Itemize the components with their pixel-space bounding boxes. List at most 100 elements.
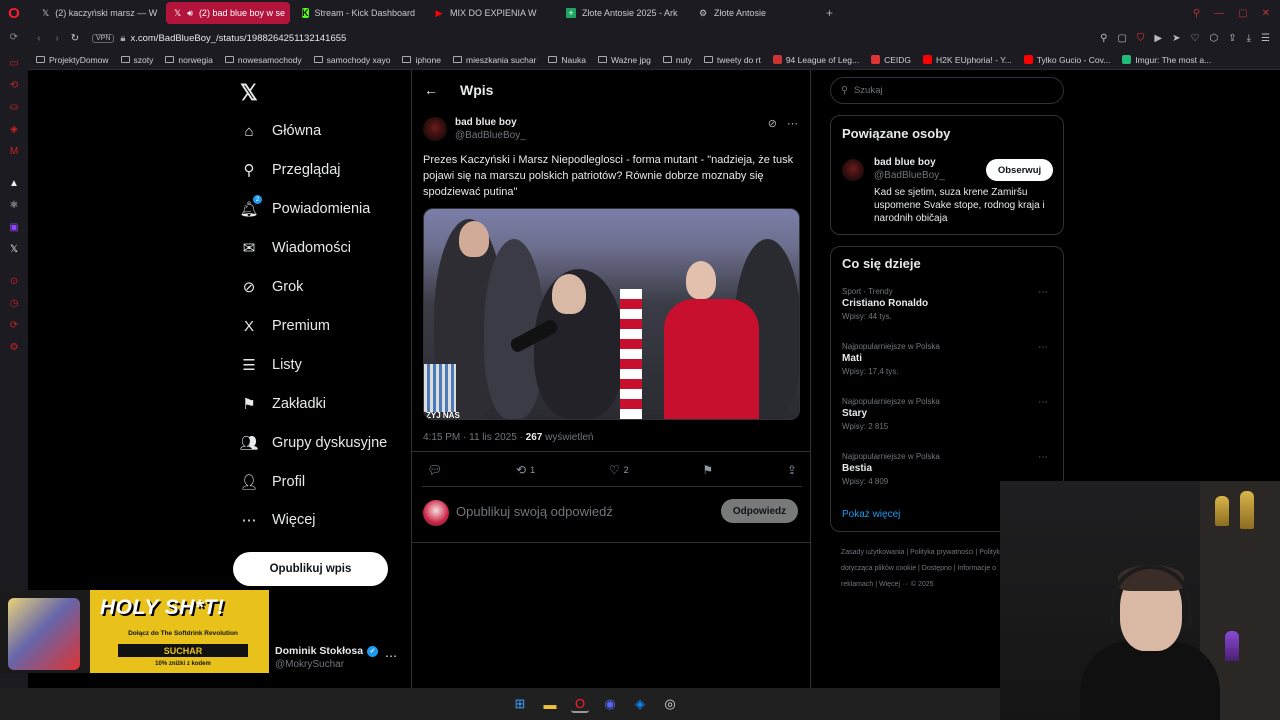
nav-communities[interactable]: 👥︎ Grupy dyskusyjne bbox=[239, 434, 387, 452]
audio-icon[interactable]: 🔊︎ bbox=[187, 8, 193, 19]
file-explorer-icon[interactable]: ▬ bbox=[541, 695, 559, 713]
trend-item[interactable]: Sport · Trendy Cristiano Ronaldo Wpisy: … bbox=[842, 287, 1052, 321]
nav-more[interactable]: ⋯ Więcej bbox=[240, 511, 316, 529]
bookmark[interactable]: CEIDG bbox=[871, 55, 911, 65]
author-name[interactable]: bad blue boy bbox=[455, 117, 517, 128]
bookmark[interactable]: Ważne jpg bbox=[597, 55, 651, 65]
x-icon[interactable]: 𝕏 bbox=[7, 242, 21, 256]
post-button[interactable]: Opublikuj wpis bbox=[233, 552, 388, 586]
discord-icon[interactable]: ◉ bbox=[601, 695, 619, 713]
forward-icon[interactable]: › bbox=[48, 33, 66, 44]
share-icon[interactable]: ⇪ bbox=[1228, 33, 1236, 44]
search-input[interactable]: ⚲ Szukaj bbox=[830, 77, 1064, 104]
browser-tab[interactable]: + Złote Antosie 2025 - Ark bbox=[558, 2, 686, 24]
chatgpt-icon[interactable]: ⚛ bbox=[7, 198, 21, 212]
bookmark[interactable]: mieszkania suchar bbox=[453, 55, 536, 65]
nav-lists[interactable]: ☰ Listy bbox=[240, 356, 302, 374]
show-more-link[interactable]: Pokaż więcej bbox=[842, 509, 900, 520]
download-icon[interactable]: ⤓ bbox=[1247, 33, 1251, 44]
flow-icon[interactable]: ⟳ bbox=[7, 318, 21, 332]
bookmark[interactable]: norwegia bbox=[165, 55, 213, 65]
nav-notifications[interactable]: 🔔︎ 2 Powiadomienia bbox=[239, 195, 370, 218]
account-name[interactable]: Dominik Stokłosa ✓ bbox=[275, 645, 379, 657]
back-arrow-icon[interactable]: ← bbox=[424, 82, 438, 98]
bookmark[interactable]: H2K EUphoria! - Y... bbox=[923, 55, 1012, 65]
nav-explore[interactable]: ⚲ Przeglądaj bbox=[240, 161, 341, 179]
avatar[interactable] bbox=[423, 117, 447, 141]
bookmark[interactable]: nowesamochody bbox=[224, 55, 302, 65]
player-icon[interactable]: ▶ bbox=[1154, 33, 1162, 44]
nav-grok[interactable]: ⊘ Grok bbox=[240, 278, 304, 296]
more-icon[interactable]: ⋯ bbox=[1038, 452, 1048, 463]
opera-icon[interactable]: O bbox=[571, 695, 589, 713]
browser-tab[interactable]: 𝕏 (2) kaczyński marsz — W bbox=[34, 2, 162, 24]
pin-icon[interactable]: ⚲ bbox=[1100, 33, 1107, 44]
more-icon[interactable]: ⋯ bbox=[787, 117, 798, 130]
browser-tab[interactable]: K Stream - Kick Dashboard bbox=[294, 2, 422, 24]
retweet-action[interactable]: ⟲ 1 bbox=[516, 463, 535, 477]
new-tab-button[interactable]: + bbox=[818, 6, 841, 20]
nav-home[interactable]: ⌂ Główna bbox=[240, 122, 321, 140]
close-icon[interactable]: ✕ bbox=[1262, 8, 1270, 19]
search-tabs-icon[interactable]: ⚲ bbox=[1193, 8, 1200, 19]
extensions-icon[interactable]: ⬡ bbox=[1209, 33, 1218, 44]
related-name[interactable]: bad blue boy bbox=[874, 157, 936, 168]
messenger-icon[interactable]: ◈ bbox=[7, 122, 21, 136]
bookmark[interactable]: szoty bbox=[120, 55, 153, 65]
messenger-icon[interactable]: ◈ bbox=[631, 695, 649, 713]
x-logo-icon[interactable]: 𝕏 bbox=[240, 80, 258, 106]
bookmark[interactable]: Nauka bbox=[548, 55, 586, 65]
player-icon[interactable]: ⊙ bbox=[7, 274, 21, 288]
like-action[interactable]: ♡ 2 bbox=[609, 463, 629, 477]
reply-action[interactable]: 💬︎ bbox=[427, 463, 442, 477]
bookmark[interactable]: Tylko Gucio - Cov... bbox=[1023, 55, 1110, 65]
more-icon[interactable]: ⋯ bbox=[1038, 397, 1048, 408]
browser-tab-active[interactable]: 𝕏 🔊︎ (2) bad blue boy w se bbox=[166, 2, 290, 24]
bookmark[interactable]: samochody xayo bbox=[313, 55, 390, 65]
footer-links[interactable]: Zasady użytkowania | Polityka prywatnośc… bbox=[841, 545, 1011, 593]
url-field[interactable]: x.com/BadBlueBoy_/status/198826425113214… bbox=[130, 33, 346, 44]
settings-icon[interactable]: ⚙ bbox=[7, 340, 21, 354]
maximize-icon[interactable]: ▢ bbox=[1238, 8, 1247, 19]
menu-icon[interactable]: ☰ bbox=[1261, 33, 1270, 44]
tweet-video[interactable]: ZYJ NAS bbox=[423, 208, 800, 420]
bookmark[interactable]: iphone bbox=[402, 55, 441, 65]
browser-tab[interactable]: ▶ MIX DO EXPIENIA W bbox=[426, 2, 554, 24]
nav-bookmarks[interactable]: ⚑ Zakładki bbox=[240, 395, 326, 413]
reload-icon[interactable]: ↻ bbox=[66, 33, 84, 44]
more-icon[interactable]: ⋯ bbox=[1038, 342, 1048, 353]
windows-start-icon[interactable]: ⊞ bbox=[511, 695, 529, 713]
obs-icon[interactable]: ◎ bbox=[661, 695, 679, 713]
bookmark[interactable]: ProjektyDomow bbox=[36, 55, 109, 65]
bookmark[interactable]: nuty bbox=[662, 55, 692, 65]
bookmark-action[interactable]: ⚑ bbox=[702, 463, 713, 477]
nav-messages[interactable]: ✉ Wiadomości bbox=[240, 239, 351, 257]
browser-tab[interactable]: ⚙ Złote Antosie bbox=[690, 2, 818, 24]
nav-premium[interactable]: X Premium bbox=[240, 317, 330, 335]
vpn-badge[interactable]: VPN bbox=[92, 33, 115, 43]
send-icon[interactable]: ➤ bbox=[1172, 33, 1180, 44]
nav-profile[interactable]: 👤︎ Profil bbox=[239, 473, 305, 491]
twitch-icon[interactable]: ▣ bbox=[7, 220, 21, 234]
bookmark[interactable]: tweety do rt bbox=[703, 55, 761, 65]
wallet-icon[interactable]: ⛀ bbox=[7, 100, 21, 114]
adblock-icon[interactable]: ⛉ bbox=[1137, 33, 1145, 44]
gmail-icon[interactable]: M bbox=[7, 144, 21, 158]
bookmark[interactable]: 94 League of Leg... bbox=[772, 55, 859, 65]
grok-icon[interactable]: ⊘ bbox=[768, 117, 777, 130]
share-action[interactable]: ⇪ bbox=[787, 463, 797, 477]
bookmark[interactable]: Imgur: The most a... bbox=[1122, 55, 1211, 65]
more-icon[interactable]: ⋯ bbox=[385, 649, 397, 663]
follow-button[interactable]: Obserwuj bbox=[986, 159, 1053, 181]
tab-icon[interactable]: ▭ bbox=[7, 56, 21, 70]
home-icon[interactable]: ⟳ bbox=[7, 30, 21, 44]
reply-button[interactable]: Odpowiedz bbox=[721, 499, 798, 523]
heart-icon[interactable]: ♡ bbox=[1191, 33, 1200, 44]
author-handle[interactable]: @BadBlueBoy_ bbox=[455, 130, 526, 141]
avatar[interactable] bbox=[842, 159, 864, 181]
minimize-icon[interactable]: — bbox=[1214, 8, 1224, 19]
more-icon[interactable]: ⋯ bbox=[1038, 287, 1048, 298]
opera-logo-icon[interactable]: O bbox=[0, 0, 28, 26]
back-icon[interactable]: ‹ bbox=[30, 33, 48, 44]
trend-item[interactable]: Najpopularniejsze w Polska Stary Wpisy: … bbox=[842, 397, 1052, 431]
